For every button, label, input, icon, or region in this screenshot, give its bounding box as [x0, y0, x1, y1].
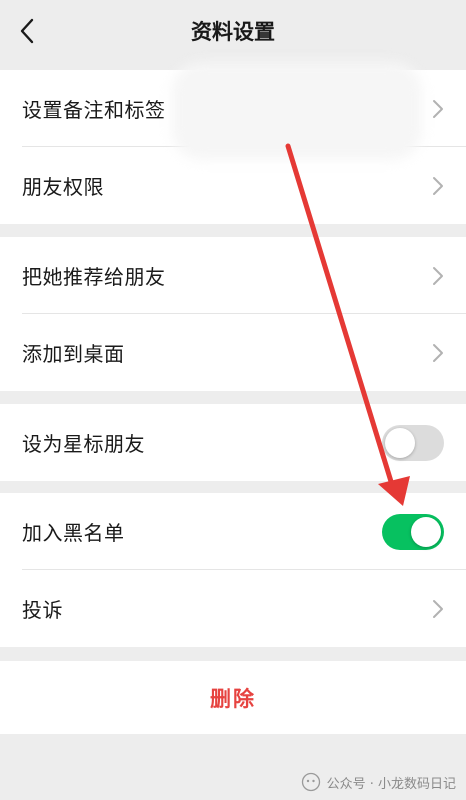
- watermark-text: 公众号 · 小龙数码日记: [326, 776, 456, 792]
- row-label: 把她推荐给朋友: [22, 265, 166, 289]
- add-to-desktop-row[interactable]: 添加到桌面: [0, 314, 466, 391]
- watermark: 公众号 · 小龙数码日记: [301, 772, 456, 792]
- chevron-right-icon: [433, 599, 443, 618]
- chevron-right-icon: [433, 176, 443, 195]
- recommend-to-friend-row[interactable]: 把她推荐给朋友: [0, 237, 466, 314]
- delete-button[interactable]: 删除: [0, 661, 466, 734]
- row-label: 设为星标朋友: [22, 432, 145, 456]
- star-friend-row: 设为星标朋友: [0, 404, 466, 481]
- settings-group-star: 设为星标朋友: [0, 404, 466, 481]
- row-label: 设置备注和标签: [22, 98, 166, 122]
- chevron-right-icon: [433, 99, 443, 118]
- chevron-right-icon: [433, 343, 443, 362]
- star-friend-toggle[interactable]: [382, 424, 444, 461]
- delete-label: 删除: [210, 686, 256, 711]
- settings-group-share: 把她推荐给朋友 添加到桌面: [0, 237, 466, 391]
- page-title: 资料设置: [191, 20, 275, 44]
- row-label: 朋友权限: [22, 175, 104, 199]
- row-label: 添加到桌面: [22, 342, 125, 366]
- add-to-blacklist-row: 加入黑名单: [0, 493, 466, 570]
- chevron-right-icon: [433, 266, 443, 285]
- row-label: 加入黑名单: [22, 521, 125, 545]
- redaction-blur: [172, 62, 422, 160]
- toggle-knob: [385, 427, 415, 458]
- row-label: 投诉: [22, 598, 63, 622]
- settings-group-block: 加入黑名单 投诉: [0, 493, 466, 647]
- complain-row[interactable]: 投诉: [0, 570, 466, 647]
- wechat-icon: [301, 772, 320, 792]
- toggle-knob: [411, 516, 441, 547]
- blacklist-toggle[interactable]: [382, 513, 444, 550]
- nav-bar: 资料设置: [0, 0, 466, 64]
